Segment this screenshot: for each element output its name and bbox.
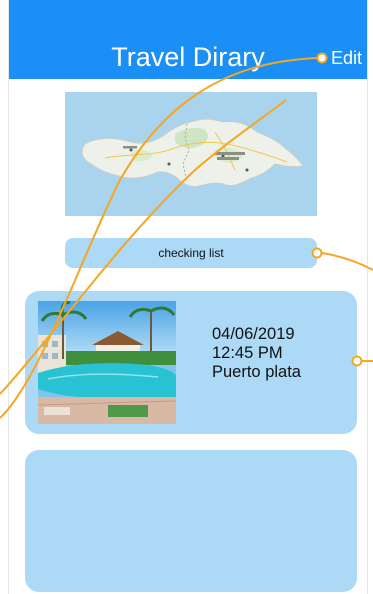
entry-date: 04/06/2019 xyxy=(212,325,295,343)
page-title: Travel Dirary xyxy=(111,42,265,72)
resort-pool-photo-icon xyxy=(38,301,176,424)
storyboard-canvas: Travel Dirary Edit checking list 04/06/2… xyxy=(0,0,373,594)
checking-list-button[interactable]: checking list xyxy=(65,238,317,268)
phone-screen: Travel Dirary Edit checking list 04/06/2… xyxy=(8,0,368,594)
map-image xyxy=(65,92,317,216)
navigation-bar: Travel Dirary Edit xyxy=(9,0,367,79)
entry-info: 04/06/2019 12:45 PM Puerto plata xyxy=(212,325,301,382)
empty-entry-card[interactable] xyxy=(25,450,357,592)
entry-place: Puerto plata xyxy=(212,363,301,381)
map-view[interactable] xyxy=(65,92,317,216)
entry-time: 12:45 PM xyxy=(212,344,283,362)
edit-button[interactable]: Edit xyxy=(331,47,362,69)
diary-entry-card[interactable]: 04/06/2019 12:45 PM Puerto plata xyxy=(25,291,357,434)
